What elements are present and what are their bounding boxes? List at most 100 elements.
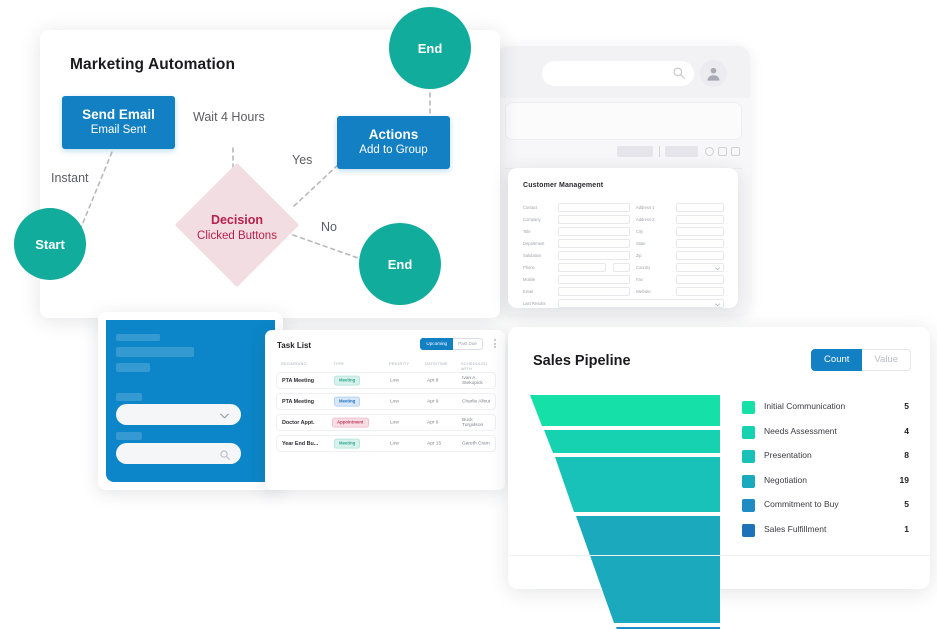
task-list-filter-toggle[interactable]: Upcoming Past Due [420,338,483,350]
funnel-segment-3[interactable] [576,516,720,623]
table-row[interactable]: Year End Bu... Meeting Low Apr 15 Gareth… [276,435,496,452]
node-title: Send Email [82,107,155,123]
field-label-last-results: Last Results [523,301,546,306]
tab-past-due[interactable]: Past Due [453,338,483,350]
cell-regarding: Year End Bu... [282,440,319,447]
cell-scheduled-with: Charlie Allnut [462,399,491,404]
cell-scheduled-with: Buck Turgidson [462,417,484,428]
legend-value: 8 [904,450,909,461]
legend-swatch [742,450,755,464]
toolbar-circle-icon[interactable] [705,147,714,156]
table-row[interactable]: PTA Meeting Meeting Low Apr 8 Ivan A. St… [276,372,496,389]
legend-value: 19 [899,474,909,485]
chevron-down-icon [220,413,229,419]
field-label-state: State [636,241,646,246]
field-label-company: Company [523,217,541,222]
divider [508,555,930,556]
cell-priority: Low [390,399,399,404]
avatar[interactable] [700,60,727,87]
status-badge: Appointment [332,417,369,428]
legend-swatch [742,523,755,537]
toolbar-divider [659,146,660,157]
blue-search-input[interactable] [116,443,241,464]
flow-node-actions[interactable]: Actions Add to Group [337,116,450,169]
field-label-salutation: Salutation [523,253,542,258]
state-field[interactable] [676,239,724,248]
node-subtitle: Email Sent [90,123,147,136]
flow-node-send-email[interactable]: Send Email Email Sent [62,96,175,149]
marketing-automation-card: Marketing Automation Start Send Email Em… [14,7,500,318]
node-subtitle: Add to Group [359,143,428,156]
cell-priority: Low [390,441,399,446]
global-search-input[interactable] [542,61,694,86]
cell-priority: Low [390,420,399,425]
task-list-title: Task List [277,341,312,350]
legend-item[interactable]: Initial Communication 5 [742,397,917,422]
user-avatar-icon [707,67,720,81]
phone-ext-field[interactable] [613,263,630,272]
toolbar-copy-icon[interactable] [718,147,727,156]
column-header-regarding: REGARDING [281,361,307,366]
country-dropdown[interactable] [676,263,724,272]
fax-field[interactable] [676,275,724,284]
blue-dropdown[interactable] [116,404,241,425]
column-header-scheduled-with: SCHEDULED WITH [461,361,488,371]
tab-upcoming[interactable]: Upcoming [420,338,454,350]
legend-swatch [742,499,755,513]
website-field[interactable] [676,287,724,296]
phone-field[interactable] [558,263,606,272]
table-row[interactable]: Doctor Appt. Appointment Low Apr 9 Buck … [276,414,496,431]
table-row[interactable]: PTA Meeting Meeting Low Apr 9 Charlie Al… [276,393,496,410]
blue-sidebar-card [98,312,283,490]
flow-node-start[interactable]: Start [14,208,86,280]
legend-value: 1 [904,523,909,534]
field-label-email: Email [523,289,534,294]
funnel-segment-2[interactable] [555,457,720,512]
legend-swatch [742,425,755,439]
flow-node-end-bottom[interactable]: End [359,223,441,305]
flow-node-end-top[interactable]: End [389,7,471,89]
cell-priority: Low [390,378,399,383]
node-label: End [387,256,413,272]
legend-item[interactable]: Needs Assessment 4 [742,422,917,447]
app-topbar [497,46,750,98]
node-label: Start [35,236,65,252]
node-title: Actions [368,127,419,143]
title-field[interactable] [558,227,630,236]
legend-item[interactable]: Presentation 8 [742,446,917,471]
funnel-segment-0[interactable] [530,395,720,426]
app-toolbar [617,146,740,158]
toolbar-chip [665,146,698,157]
city-field[interactable] [676,227,724,236]
legend-item[interactable]: Commitment to Buy 5 [742,495,917,520]
field-label-address-1: Address 1 [636,205,655,210]
address-1-field[interactable] [676,203,724,212]
kebab-menu-icon[interactable] [494,339,496,350]
contact-field[interactable] [558,203,630,212]
status-badge: Meeting [334,396,361,407]
company-field[interactable] [558,215,630,224]
department-field[interactable] [558,239,630,248]
edge-label-wait-4-hours: Wait 4 Hours [190,110,268,124]
legend-item[interactable]: Negotiation 19 [742,471,917,496]
cell-regarding: PTA Meeting [282,398,315,405]
cell-scheduled-with: Ivan A. Stekopick [462,375,483,386]
cell-regarding: PTA Meeting [282,377,315,384]
chart-legend: Initial Communication 5 Needs Assessment… [742,397,917,545]
field-label-mobile: Mobile [523,277,536,282]
address-2-field[interactable] [676,215,724,224]
cell-date: Apr 9 [427,399,439,404]
legend-item[interactable]: Sales Fulfillment 1 [742,520,917,545]
toolbar-page-icon[interactable] [731,147,740,156]
edge-label-instant: Instant [48,171,92,185]
email-field[interactable] [558,287,630,296]
search-icon [220,450,230,460]
salutation-field[interactable] [558,251,630,260]
last-results-dropdown[interactable] [558,299,724,308]
app-content-panel [505,102,742,140]
zip-field[interactable] [676,251,724,260]
chevron-down-icon [715,302,720,306]
funnel-segment-1[interactable] [544,430,720,453]
mobile-field[interactable] [558,275,630,284]
placeholder-bar [116,363,150,372]
